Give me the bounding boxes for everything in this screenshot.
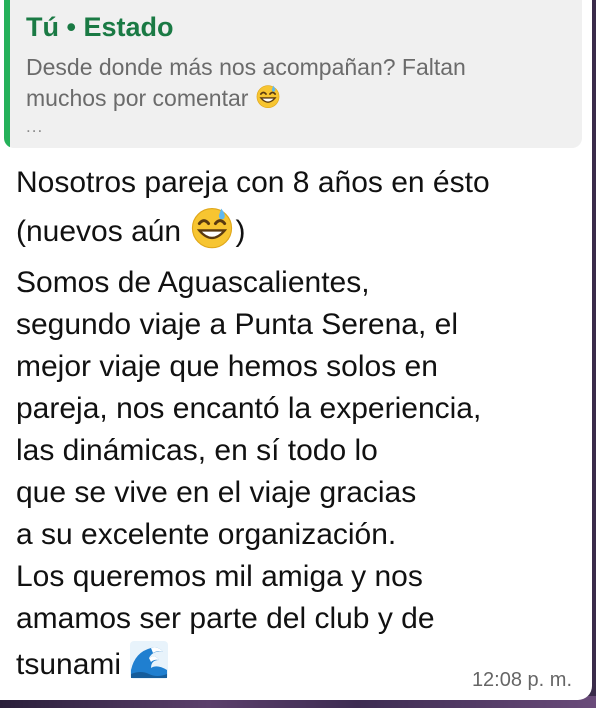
message-last-word: tsunami [16,647,122,681]
message-line: que se vive en el viaje gracias [16,476,417,509]
quote-accent-bar [4,0,10,148]
message-line: a su excelente organización. [16,518,397,551]
message-bubble[interactable]: Tú • Estado Desde donde más nos acompaña… [0,0,592,700]
grinning-sweat-emoji-icon [189,204,235,262]
message-line: mejor viaje que hemos solos en [16,350,438,383]
quote-ellipsis: ... [26,117,44,136]
message-line2-start: (nuevos aún [16,214,182,248]
message-text: Nosotros pareja con 8 años en ésto (nuev… [16,162,584,692]
message-line: pareja, nos encantó la experiencia, [16,392,482,425]
quote-title: Tú • Estado [26,12,174,42]
message-line: Nosotros pareja con 8 años en ésto [16,166,490,199]
message-line2-end: ) [235,214,246,248]
quoted-status-reply[interactable]: Tú • Estado Desde donde más nos acompaña… [4,0,582,148]
message-line: segundo viaje a Punta Serena, el [16,308,458,341]
message-timestamp: 12:08 p. m. [471,669,572,691]
message-line: Los queremos mil amiga y nos [16,560,423,593]
message-line: las dinámicas, en sí todo lo [16,434,378,467]
message-line: (nuevos aún ) [16,204,584,262]
message-line: Somos de Aguascalientes, [16,266,370,299]
quote-text: Desde donde más nos acompañan? Faltan mu… [26,52,546,117]
grinning-sweat-emoji-icon [255,83,281,117]
water-wave-emoji-icon [129,640,169,692]
message-line: amamos ser parte del club y de [16,602,435,635]
quote-text-line2: muchos por comentar [26,85,249,112]
quote-text-line1: Desde donde más nos acompañan? Faltan [26,54,466,80]
